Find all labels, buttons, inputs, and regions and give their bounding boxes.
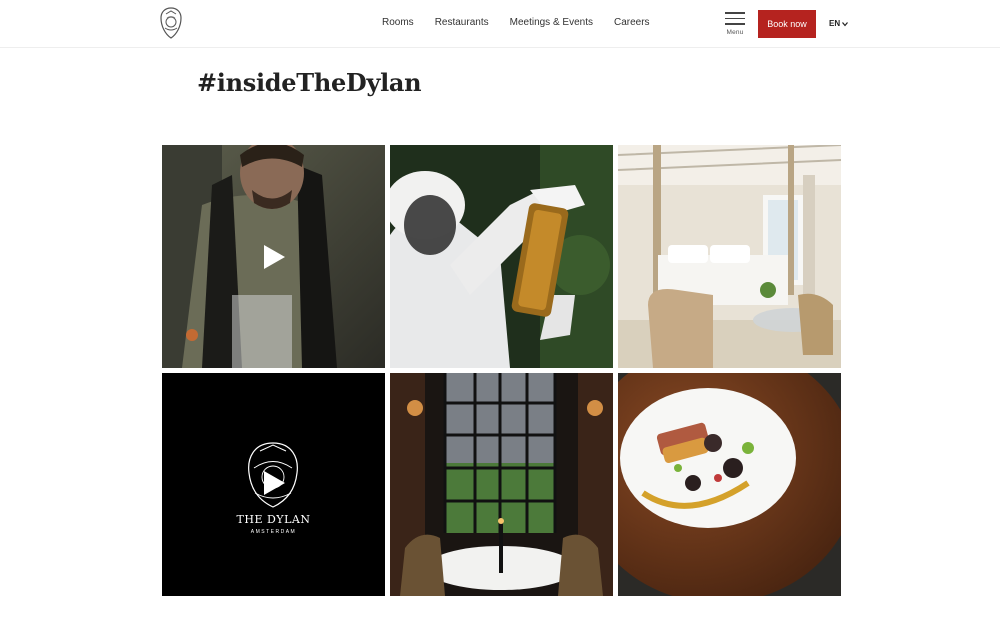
brand-name: THE DYLAN [236, 513, 311, 526]
nav-rooms[interactable]: Rooms [382, 17, 414, 28]
section-title: #insideTheDylan [197, 68, 422, 97]
hamburger-icon-bar [725, 17, 745, 19]
play-icon[interactable] [261, 244, 287, 270]
menu-button[interactable]: Menu [724, 12, 746, 36]
menu-label: Menu [726, 28, 744, 36]
language-selector[interactable]: EN [829, 19, 849, 28]
hamburger-icon [725, 12, 745, 14]
instagram-gallery: THE DYLAN AMSTERDAM [162, 145, 841, 596]
brand-city: AMSTERDAM [250, 529, 297, 535]
site-header: Rooms Restaurants Meetings & Events Care… [0, 0, 1000, 48]
gallery-tile-bedroom[interactable] [618, 145, 841, 368]
plated-dish-photo [618, 373, 841, 596]
play-icon[interactable] [261, 470, 287, 496]
language-label: EN [829, 19, 841, 28]
nav-meetings-events[interactable]: Meetings & Events [510, 17, 593, 28]
bedroom-photo [618, 145, 841, 368]
book-now-button[interactable]: Book now [758, 10, 816, 38]
gallery-tile-brand-video[interactable]: THE DYLAN AMSTERDAM [162, 373, 385, 596]
gallery-tile-chef[interactable] [162, 145, 385, 368]
brand-wordmark: THE DYLAN AMSTERDAM [162, 513, 385, 535]
gallery-tile-dining[interactable] [390, 373, 613, 596]
nav-careers[interactable]: Careers [614, 17, 650, 28]
dining-window-photo [390, 373, 613, 596]
main-nav: Rooms Restaurants Meetings & Events Care… [382, 17, 650, 28]
hotel-crest-icon[interactable] [157, 6, 185, 40]
gallery-tile-dish[interactable] [618, 373, 841, 596]
beekeeper-photo [390, 145, 613, 368]
hamburger-icon-bar [725, 23, 745, 25]
chevron-down-icon [842, 21, 849, 26]
gallery-tile-beekeeper[interactable] [390, 145, 613, 368]
nav-restaurants[interactable]: Restaurants [435, 17, 489, 28]
